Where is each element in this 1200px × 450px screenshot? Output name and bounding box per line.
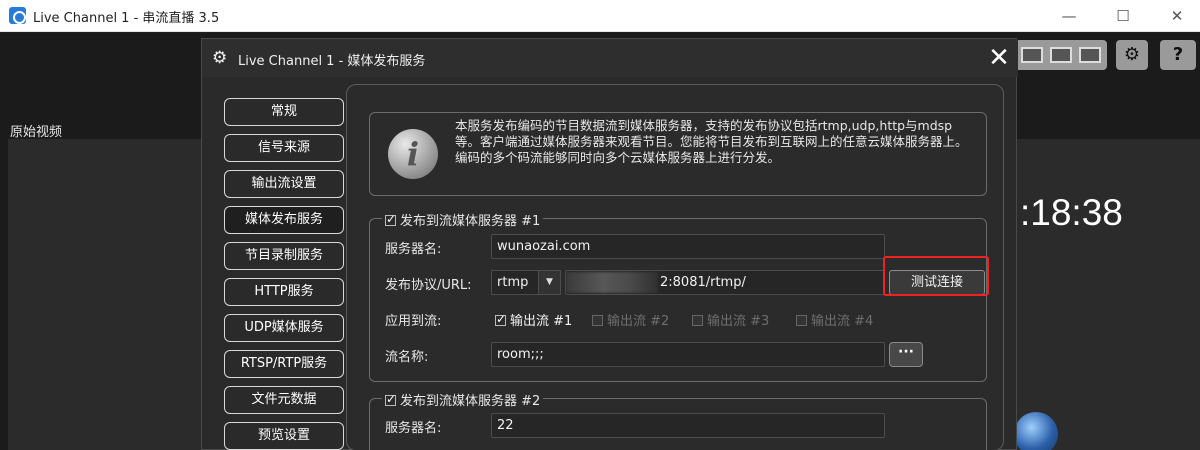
stream-2-checkbox[interactable] (592, 315, 603, 326)
nav-item-udp[interactable]: UDP媒体服务 (224, 314, 344, 342)
nav-item-output-stream[interactable]: 输出流设置 (224, 170, 344, 198)
apply-to-stream-label: 应用到流: (385, 314, 442, 329)
stream-2-label: 输出流 #2 (607, 314, 670, 329)
nav-item-preview[interactable]: 预览设置 (224, 422, 344, 450)
nav-item-media-publish[interactable]: 媒体发布服务 (224, 206, 344, 234)
nav-item-general[interactable]: 常规 (224, 98, 344, 126)
source-video-label: 原始视频 (10, 125, 63, 140)
stream-name-input[interactable]: room;;; (491, 342, 885, 367)
server-2-enable-checkbox[interactable] (385, 392, 396, 406)
url-value: 2:8081/rtmp/ (660, 275, 746, 290)
nav-item-rtsp[interactable]: RTSP/RTP服务 (224, 350, 344, 378)
url-input[interactable]: 2:8081/rtmp/ (565, 270, 885, 295)
clock-overlay: :18:38 (1020, 192, 1123, 233)
nav-item-recording[interactable]: 节目录制服务 (224, 242, 344, 270)
app-logo-icon (9, 7, 26, 24)
stream-name-label: 流名称: (385, 350, 429, 365)
layout-icon (1079, 47, 1101, 63)
server-2-name-input[interactable]: 22 (491, 413, 885, 438)
server-group-2: 发布到流媒体服务器 #2 服务器名: 22 (369, 390, 987, 450)
stream-4-checkbox[interactable] (796, 315, 807, 326)
dialog-titlebar: ⚙ Live Channel 1 - 媒体发布服务 ✕ (202, 39, 1018, 77)
chevron-down-icon: ▼ (538, 271, 560, 294)
stream-3-label: 输出流 #3 (707, 314, 770, 329)
server-2-legend-text: 发布到流媒体服务器 #2 (400, 394, 541, 409)
server-1-protocol-label: 发布协议/URL: (385, 278, 472, 293)
window-title: Live Channel 1 - 串流直播 3.5 (33, 11, 220, 26)
maximize-button[interactable]: ☐ (1100, 0, 1146, 32)
info-text: 本服务发布编码的节目数据流到媒体服务器，支持的发布协议包括rtmp,udp,ht… (455, 118, 968, 165)
info-box: i 本服务发布编码的节目数据流到媒体服务器，支持的发布协议包括rtmp,udp,… (369, 112, 987, 196)
server-1-name-input[interactable]: wunaozai.com (491, 234, 885, 259)
info-icon: i (388, 129, 438, 179)
layout-icon (1021, 47, 1043, 63)
server-1-legend[interactable]: 发布到流媒体服务器 #1 (382, 210, 544, 229)
server-group-1: 发布到流媒体服务器 #1 服务器名: wunaozai.com 发布协议/URL… (369, 210, 987, 382)
media-publish-dialog: ⚙ Live Channel 1 - 媒体发布服务 ✕ 常规 信号来源 输出流设… (201, 38, 1018, 450)
help-button[interactable]: ? (1160, 40, 1196, 70)
stream-4-label: 输出流 #4 (811, 314, 874, 329)
dialog-title: Live Channel 1 - 媒体发布服务 (238, 54, 426, 69)
layout-icon (1050, 47, 1072, 63)
server-2-name-label: 服务器名: (385, 421, 442, 436)
server-2-legend[interactable]: 发布到流媒体服务器 #2 (382, 390, 544, 409)
stream-name-more-button[interactable]: ··· (889, 342, 923, 367)
minimize-button[interactable]: — (1046, 0, 1092, 32)
server-1-name-label: 服务器名: (385, 242, 442, 257)
nav-item-file-metadata[interactable]: 文件元数据 (224, 386, 344, 414)
stream-3-checkbox[interactable] (692, 315, 703, 326)
highlight-box (883, 256, 989, 296)
stream-1-option[interactable]: 输出流 #1 (495, 310, 572, 329)
stream-1-label: 输出流 #1 (510, 314, 573, 329)
protocol-select[interactable]: rtmp ▼ (491, 270, 561, 295)
window-titlebar: Live Channel 1 - 串流直播 3.5 — ☐ ✕ (0, 0, 1200, 32)
redacted-host (566, 272, 658, 293)
server-1-legend-text: 发布到流媒体服务器 #1 (400, 214, 541, 229)
layout-toggle-group[interactable] (1015, 40, 1107, 70)
gear-icon: ⚙ (212, 48, 228, 68)
stream-4-option[interactable]: 输出流 #4 (796, 310, 873, 329)
globe-icon (1014, 412, 1058, 450)
dialog-close-button[interactable]: ✕ (986, 45, 1012, 71)
stream-3-option[interactable]: 输出流 #3 (692, 310, 769, 329)
stream-2-option[interactable]: 输出流 #2 (592, 310, 669, 329)
protocol-select-value: rtmp (497, 275, 529, 290)
server-1-enable-checkbox[interactable] (385, 212, 396, 226)
stream-1-checkbox[interactable] (495, 312, 506, 326)
settings-gear-icon[interactable]: ⚙ (1116, 40, 1148, 70)
nav-item-signal-source[interactable]: 信号来源 (224, 134, 344, 162)
nav-item-http[interactable]: HTTP服务 (224, 278, 344, 306)
close-window-button[interactable]: ✕ (1154, 0, 1200, 32)
